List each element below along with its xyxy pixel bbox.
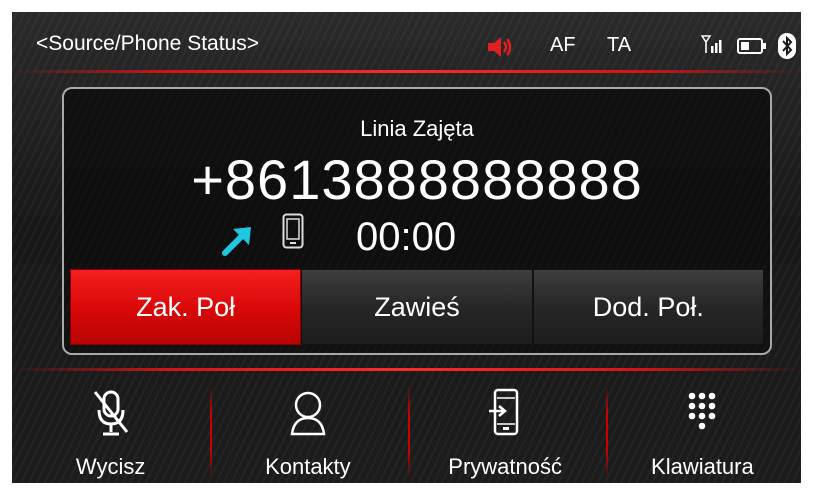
mute-button[interactable]: Wycisz (12, 374, 209, 483)
add-call-label: Dod. Poł. (592, 291, 704, 322)
privacy-label: Prywatność (448, 454, 562, 479)
top-divider (12, 70, 801, 73)
keypad-button[interactable]: Klawiatura (604, 374, 801, 483)
contacts-button[interactable]: Kontakty (209, 374, 406, 483)
contacts-label: Kontakty (265, 454, 351, 479)
hold-call-button[interactable]: Zawieś (301, 269, 533, 345)
keypad-icon (689, 392, 716, 430)
call-info-panel: Linia Zajęta +8613888888888 00:00 Zak. P… (62, 87, 772, 355)
add-call-button[interactable]: Dod. Poł. (532, 269, 764, 345)
mobile-phone-icon (282, 213, 304, 249)
privacy-button[interactable]: Prywatność (407, 374, 604, 483)
ta-indicator: TA (607, 34, 632, 56)
dock-separator (210, 386, 212, 478)
end-call-label: Zak. Poł (136, 291, 236, 322)
end-call-button[interactable]: Zak. Poł (70, 269, 302, 345)
speaker-muted-icon (488, 37, 512, 57)
call-action-row: Zak. Poł Zawieś Dod. Poł. (70, 269, 764, 345)
outgoing-call-arrow-icon (222, 227, 251, 256)
car-phone-screen: <Source/Phone Status> AF TA Linia Zajęta (12, 12, 801, 483)
hold-call-label: Zawieś (374, 291, 460, 322)
af-indicator: AF (550, 34, 576, 56)
source-phone-status-button[interactable]: <Source/Phone Status> (36, 32, 259, 56)
signal-icon (701, 35, 722, 53)
status-bar: <Source/Phone Status> AF TA (12, 12, 801, 68)
bluetooth-icon (778, 33, 796, 59)
call-controls-dock: Wycisz Kontakty Prywatność Klawiatura (12, 374, 801, 483)
dock-separator (408, 386, 410, 478)
privacy-phone-icon (489, 388, 519, 436)
mic-off-icon (93, 390, 128, 436)
contacts-icon (290, 391, 326, 436)
phone-number: +8613888888888 (191, 148, 643, 211)
bottom-divider (12, 368, 801, 371)
battery-icon (737, 38, 766, 54)
mute-label: Wycisz (75, 454, 146, 479)
keypad-label: Klawiatura (651, 454, 754, 479)
call-status-text: Linia Zajęta (360, 116, 474, 141)
call-timer: 00:00 (356, 215, 457, 259)
dock-separator (606, 386, 608, 478)
